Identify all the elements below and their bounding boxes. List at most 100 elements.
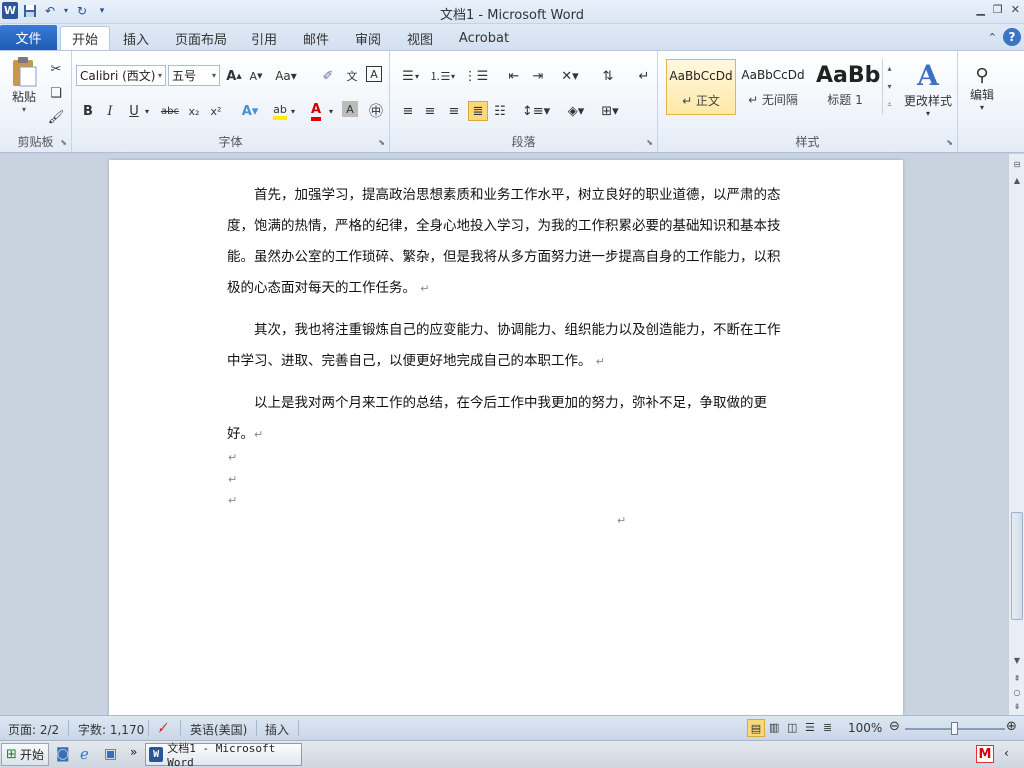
tab-review[interactable]: 审阅 xyxy=(348,26,388,50)
font-size-combo[interactable]: 五号 ▾ xyxy=(168,65,220,86)
tab-references[interactable]: 引用 xyxy=(244,26,284,50)
restore-icon[interactable]: ❐ xyxy=(993,3,1003,16)
help-icon[interactable]: ? xyxy=(1003,28,1021,46)
font-color-dropdown-icon[interactable]: ▾ xyxy=(326,101,336,121)
phonetic-guide-icon[interactable]: 文 xyxy=(342,66,362,86)
zoom-slider-thumb[interactable] xyxy=(951,722,958,735)
font-name-combo[interactable]: Calibri (西文) ▾ xyxy=(76,65,166,86)
style-normal[interactable]: AaBbCcDd ↵ 正文 xyxy=(666,59,736,115)
outline-icon[interactable]: ☰ xyxy=(805,721,815,734)
increase-indent-icon[interactable]: ⇥ xyxy=(528,66,548,86)
bullets-dropdown-icon[interactable]: ▾ xyxy=(412,66,422,86)
tab-insert[interactable]: 插入 xyxy=(114,26,158,50)
strikethrough-icon[interactable]: abc xyxy=(160,101,180,121)
page-count[interactable]: 页面: 2/2 xyxy=(8,721,59,738)
shrink-font-icon[interactable]: A ▼ xyxy=(246,66,266,86)
styles-gallery-scroll[interactable]: ▴ ▾ ⩡ xyxy=(882,59,896,115)
tab-view[interactable]: 视图 xyxy=(400,26,440,50)
numbering-icon[interactable]: ⒈☰ xyxy=(430,66,451,86)
align-center-icon[interactable]: ≡ xyxy=(420,101,440,121)
taskbar-item-word[interactable]: W 文档1 - Microsoft Word xyxy=(145,742,302,768)
italic-icon[interactable]: I xyxy=(100,101,120,121)
chevron-down-icon[interactable]: ▾ xyxy=(887,82,891,91)
decrease-indent-icon[interactable]: ⇤ xyxy=(504,66,524,86)
sort-icon[interactable]: ⇅ xyxy=(598,66,618,86)
proofing-icon[interactable]: ✓̸ xyxy=(158,721,168,735)
browse-object-icon[interactable]: ○ xyxy=(1011,686,1023,698)
more-icon[interactable]: ⩡ xyxy=(887,100,892,110)
paragraph-1[interactable]: 首先，加强学习，提高政治思想素质和业务工作水平，树立良好的职业道德，以严肃的态度… xyxy=(227,180,783,304)
clipboard-launcher-icon[interactable]: ⬊ xyxy=(60,138,67,147)
style-heading-1[interactable]: AaBb 标题 1 xyxy=(810,59,880,115)
language[interactable]: 英语(美国) xyxy=(190,721,247,738)
styles-launcher-icon[interactable]: ⬊ xyxy=(946,138,953,147)
more-programs-icon[interactable]: » xyxy=(130,745,137,759)
tab-mailings[interactable]: 邮件 xyxy=(296,26,336,50)
underline-icon[interactable]: U xyxy=(124,101,144,121)
collapse-ribbon-icon[interactable]: ⌃ xyxy=(988,31,997,44)
superscript-icon[interactable]: x² xyxy=(206,101,226,121)
justify-icon[interactable]: ≣ xyxy=(468,101,488,121)
editing-button[interactable]: ⚲ 编辑 ▾ xyxy=(962,57,1002,119)
character-border-icon[interactable]: A xyxy=(366,66,382,82)
desktop-icon[interactable]: ◙ xyxy=(56,746,70,762)
tray-app-icon[interactable]: M xyxy=(976,745,994,763)
ruler-toggle-icon[interactable]: ⊟ xyxy=(1011,158,1023,170)
change-styles-button[interactable]: A 更改样式 ▾ xyxy=(900,57,956,119)
zoom-in-icon[interactable]: ⊕ xyxy=(1006,719,1017,734)
paragraph-2[interactable]: 其次，我也将注重锻炼自己的应变能力、协调能力、组织能力以及创造能力，不断在工作中… xyxy=(227,315,783,377)
shading-icon[interactable]: ◈▾ xyxy=(566,101,586,121)
print-layout-icon[interactable]: ▤ xyxy=(747,719,765,737)
media-icon[interactable]: ▣ xyxy=(104,746,117,762)
tab-page-layout[interactable]: 页面布局 xyxy=(168,26,234,50)
multilevel-list-icon[interactable]: ⋮☰ xyxy=(464,66,489,86)
enclose-characters-icon[interactable]: ㊥ xyxy=(366,101,386,121)
chinese-layout-icon[interactable]: ✕▾ xyxy=(560,66,580,86)
paste-dropdown-icon[interactable]: ▾ xyxy=(22,105,26,114)
font-launcher-icon[interactable]: ⬊ xyxy=(378,138,385,147)
line-spacing-icon[interactable]: ↕≡▾ xyxy=(522,101,550,121)
paragraph-launcher-icon[interactable]: ⬊ xyxy=(646,138,653,147)
highlight-dropdown-icon[interactable]: ▾ xyxy=(288,101,298,121)
web-layout-icon[interactable]: ◫ xyxy=(787,721,797,734)
cut-icon[interactable]: ✂ xyxy=(46,59,66,79)
zoom-out-icon[interactable]: ⊖ xyxy=(889,719,900,734)
paragraph-3[interactable]: 以上是我对两个月来工作的总结，在今后工作中我更加的努力，弥补不足，争取做的更好。… xyxy=(227,388,783,450)
next-page-icon[interactable]: ⇟ xyxy=(1011,700,1023,712)
full-screen-reading-icon[interactable]: ▥ xyxy=(769,721,779,734)
scroll-down-icon[interactable]: ▼ xyxy=(1011,654,1023,666)
text-effects-icon[interactable]: A▾ xyxy=(240,101,260,121)
highlight-color-icon[interactable]: ab xyxy=(270,101,290,121)
borders-icon[interactable]: ⊞▾ xyxy=(600,101,620,121)
character-shading-icon[interactable]: A xyxy=(342,101,358,117)
insert-mode[interactable]: 插入 xyxy=(265,721,289,738)
numbering-dropdown-icon[interactable]: ▾ xyxy=(448,66,458,86)
bold-icon[interactable]: B xyxy=(78,101,98,121)
minimize-icon[interactable]: ▁ xyxy=(976,3,984,16)
word-count[interactable]: 字数: 1,170 xyxy=(78,721,144,738)
close-icon[interactable]: ✕ xyxy=(1011,3,1020,16)
tab-acrobat[interactable]: Acrobat xyxy=(452,26,516,50)
zoom-level[interactable]: 100% xyxy=(848,721,882,735)
align-right-icon[interactable]: ≡ xyxy=(444,101,464,121)
browser-icon[interactable]: ℯ xyxy=(80,745,89,763)
tab-file[interactable]: 文件 xyxy=(0,25,57,50)
subscript-icon[interactable]: x₂ xyxy=(184,101,204,121)
start-button[interactable]: ⊞ 开始 xyxy=(1,743,49,766)
draft-icon[interactable]: ≣ xyxy=(823,721,832,734)
scroll-thumb[interactable] xyxy=(1011,512,1023,620)
font-color-icon[interactable]: A xyxy=(306,101,326,121)
copy-icon[interactable]: ❏ xyxy=(46,83,66,103)
tray-expand-icon[interactable]: ‹ xyxy=(1004,746,1009,760)
vertical-scrollbar[interactable]: ⊟ ▲ ▼ ⇞ ○ ⇟ xyxy=(1008,154,1024,715)
clear-formatting-icon[interactable]: ✐ xyxy=(318,66,338,86)
grow-font-icon[interactable]: A ▲ xyxy=(224,66,244,86)
show-hide-marks-icon[interactable]: ↵ xyxy=(634,66,654,86)
chevron-up-icon[interactable]: ▴ xyxy=(887,64,891,73)
underline-dropdown-icon[interactable]: ▾ xyxy=(142,101,152,121)
align-left-icon[interactable]: ≡ xyxy=(398,101,418,121)
document-page[interactable]: 首先，加强学习，提高政治思想素质和业务工作水平，树立良好的职业道德，以严肃的态度… xyxy=(109,160,903,715)
distributed-icon[interactable]: ☷ xyxy=(490,101,510,121)
style-no-spacing[interactable]: AaBbCcDd ↵ 无间隔 xyxy=(738,59,808,115)
format-painter-icon[interactable]: 🖌 xyxy=(46,107,66,127)
